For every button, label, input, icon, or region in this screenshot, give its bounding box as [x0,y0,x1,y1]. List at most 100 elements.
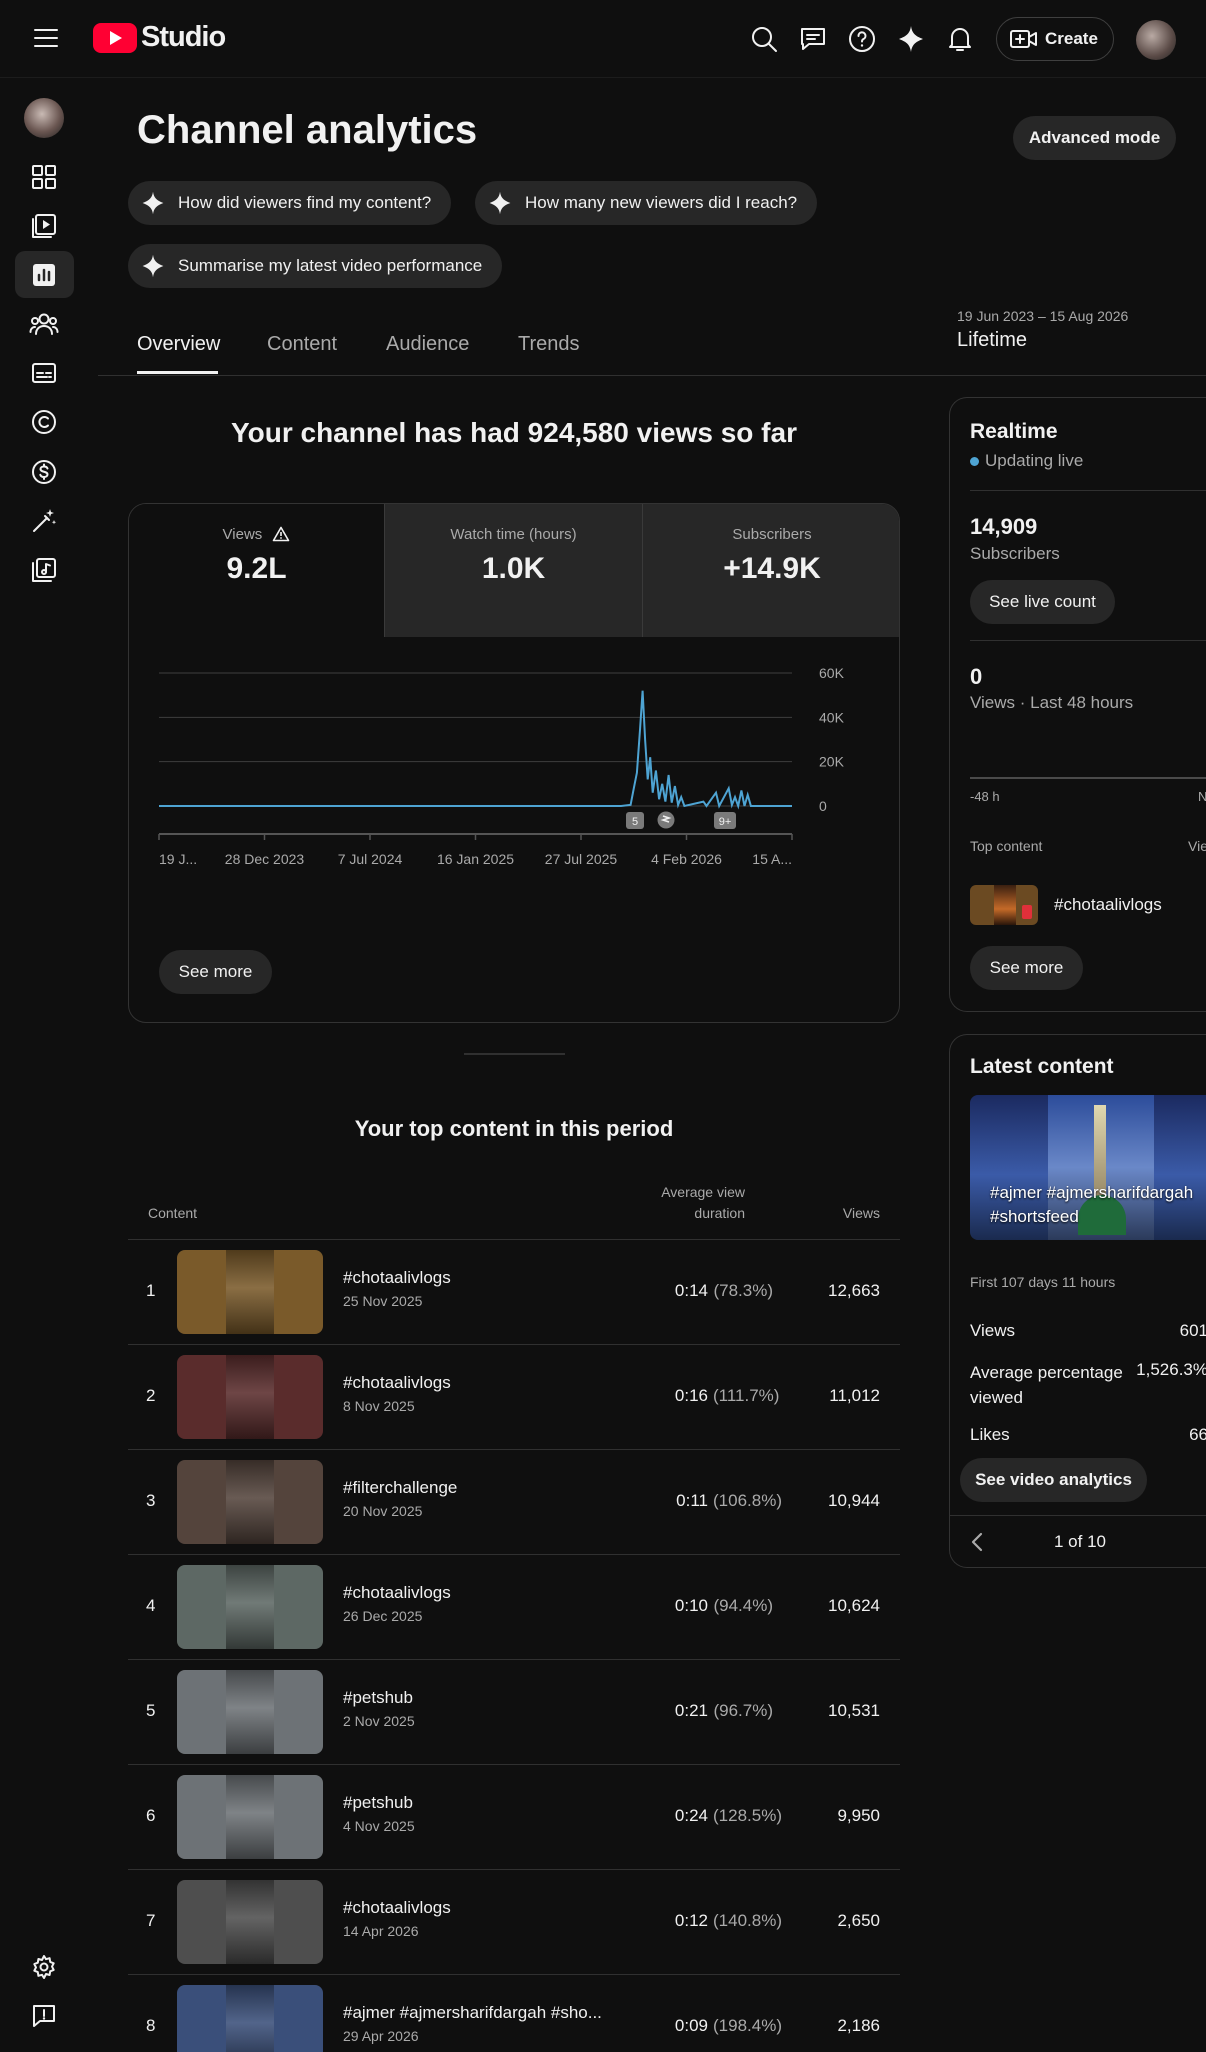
metric-tab-watch-time[interactable]: Watch time (hours) 1.0K [384,504,642,637]
video-title[interactable]: #petshub [343,1688,413,1708]
tab-audience[interactable]: Audience [386,333,469,356]
table-row[interactable]: 8 #ajmer #ajmersharifdargah #sho... 29 Apr… [128,1974,900,2052]
suggestion-chip-new-viewers[interactable]: How many new viewers did I reach? [475,181,818,225]
x-tick-label: 28 Dec 2023 [225,851,305,867]
search-icon[interactable] [749,24,779,54]
video-title[interactable]: #chotaalivlogs [343,1898,451,1918]
help-icon[interactable] [847,24,877,54]
table-row[interactable]: 3 #filterchallenge 20 Nov 2025 0:11 (106.8%)… [128,1449,900,1554]
metric-label: Views [222,526,263,543]
realtime-views-label: Views · Last 48 hours [970,693,1134,712]
x-tick-label: 16 Jan 2025 [437,851,514,867]
realtime-status: Updating live [970,451,1083,471]
video-thumbnail[interactable] [177,1250,323,1334]
earn-icon[interactable] [27,455,61,489]
video-title[interactable]: #petshub [343,1793,413,1813]
video-thumbnail[interactable] [177,1565,323,1649]
table-row[interactable]: 5 #petshub 2 Nov 2025 0:21 (96.7%) 10,531 [128,1659,900,1764]
sparkle-icon[interactable] [896,24,926,54]
send-feedback-icon[interactable] [27,1999,61,2033]
suggestion-chip-summarise[interactable]: Summarise my latest video performance [128,244,503,288]
analytics-icon[interactable] [27,258,61,292]
video-title[interactable]: #chotaalivlogs [343,1373,451,1393]
audio-library-icon[interactable] [27,553,61,587]
chart-markers[interactable]: 5 9+ [626,811,736,830]
account-avatar[interactable] [1136,20,1176,60]
customisation-wand-icon[interactable] [27,504,61,538]
table-row[interactable]: 4 #chotaalivlogs 26 Dec 2025 0:10 (94.4%) 10,… [128,1554,900,1659]
see-live-count-button[interactable]: See live count [970,580,1115,624]
stat-label-likes: Likes [970,1425,1010,1444]
previous-chevron-icon[interactable] [968,1530,988,1554]
subtitles-icon[interactable] [27,356,61,390]
video-date: 14 Apr 2026 [343,1923,419,1939]
y-tick-label: 60K [819,665,845,681]
video-date: 29 Apr 2026 [343,2028,419,2044]
top-content-item-title[interactable]: #chotaalivlogs [1054,895,1162,915]
row-views: 10,624 [828,1596,880,1615]
video-title[interactable]: #ajmer #ajmersharifdargah #sho... [343,2003,602,2023]
table-row[interactable]: 7 #chotaalivlogs 14 Apr 2026 0:12 (140.8%) 2,… [128,1869,900,1974]
video-date: 2 Nov 2025 [343,1713,415,1729]
youtube-logo-icon[interactable] [93,22,137,54]
mini-chart-start-label: -48 h [970,789,1000,804]
row-rank: 7 [146,1911,156,1930]
video-title[interactable]: #filterchallenge [343,1478,457,1498]
create-button[interactable]: Create [996,17,1114,61]
avg-view-percentage: (78.3%) [713,1281,773,1300]
avg-view-duration: 0:09 [674,2016,708,2035]
feedback-chat-icon[interactable] [798,24,828,54]
see-video-analytics-button[interactable]: See video analytics [960,1458,1147,1502]
section-divider [464,1053,565,1055]
advanced-mode-button[interactable]: Advanced mode [1013,116,1176,160]
copyright-icon[interactable] [27,405,61,439]
table-row[interactable]: 1 #chotaalivlogs 25 Nov 2025 0:14 (78.3%) 12,… [128,1239,900,1344]
content-icon[interactable] [27,209,61,243]
tab-trends[interactable]: Trends [518,333,580,356]
video-thumbnail[interactable] [177,1985,323,2052]
divider [970,640,1206,641]
avg-view-percentage: (96.7%) [713,1701,773,1720]
metric-tab-subscribers[interactable]: Subscribers +14.9K [642,504,899,637]
date-range[interactable]: 19 Jun 2023 – 15 Aug 2026 [957,308,1128,324]
latest-video-thumbnail[interactable]: #ajmer #ajmersharifdargah #shortsfeed [970,1095,1206,1240]
metric-tab-views[interactable]: Views 9.2L [129,504,384,637]
x-tick-label: 15 A... [752,851,792,867]
video-thumbnail[interactable] [177,1775,323,1859]
table-row[interactable]: 2 #chotaalivlogs 8 Nov 2025 0:16 (111.7%) 11,… [128,1344,900,1449]
channel-avatar[interactable] [24,98,64,138]
metric-value: +14.9K [723,552,821,585]
views-line-chart: 19 J... 28 Dec 2023 7 Jul 2024 16 Jan 2025 2… [158,665,845,867]
dashboard-icon[interactable] [27,160,61,194]
tab-overview[interactable]: Overview [137,333,220,356]
shorts-icon[interactable] [657,811,675,829]
row-views: 10,531 [828,1701,880,1720]
shorts-badge-icon [1022,905,1032,919]
table-row[interactable]: 6 #petshub 4 Nov 2025 0:24 (128.5%) 9,950 [128,1764,900,1869]
menu-icon[interactable] [32,26,60,50]
suggestion-chip-find-content[interactable]: How did viewers find my content? [128,181,452,225]
video-thumbnail[interactable] [177,1670,323,1754]
see-more-button[interactable]: See more [159,950,272,994]
views-series-line [159,690,792,810]
stat-value-avg-pct: 1,526.3% [1136,1360,1206,1379]
col-header-content: Content [148,1205,198,1221]
community-icon[interactable] [27,307,61,341]
video-thumbnail[interactable] [177,1355,323,1439]
date-range-label[interactable]: Lifetime [957,329,1027,352]
tab-content[interactable]: Content [267,333,337,356]
suggestion-label: How many new viewers did I reach? [525,193,798,212]
x-tick-label: 4 Feb 2026 [651,851,722,867]
notifications-bell-icon[interactable] [945,24,975,54]
settings-gear-icon[interactable] [27,1950,61,1984]
metric-value: 1.0K [481,552,546,585]
top-content-thumbnail[interactable] [970,885,1038,925]
row-views: 12,663 [828,1281,880,1300]
video-thumbnail[interactable] [177,1880,323,1964]
realtime-see-more-button[interactable]: See more [970,946,1083,990]
video-title[interactable]: #chotaalivlogs [343,1268,451,1288]
x-tick-label: 7 Jul 2024 [338,851,403,867]
avg-view-duration: 0:14 [674,1281,708,1300]
video-title[interactable]: #chotaalivlogs [343,1583,451,1603]
video-thumbnail[interactable] [177,1460,323,1544]
